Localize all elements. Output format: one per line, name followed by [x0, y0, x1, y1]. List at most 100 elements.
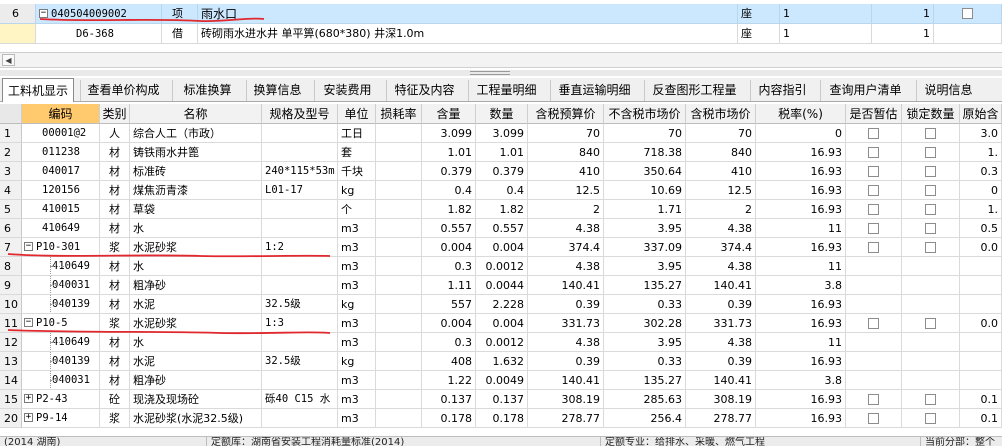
cell-quantity[interactable]: 1.632	[476, 352, 528, 371]
cell-original-content[interactable]: 0.1	[960, 409, 1002, 428]
cell-content[interactable]: 557	[422, 295, 476, 314]
header-unit[interactable]: 单位	[338, 104, 376, 124]
cell-content[interactable]: 408	[422, 352, 476, 371]
estimate-checkbox[interactable]	[868, 317, 879, 329]
cell-content[interactable]: 0.178	[422, 409, 476, 428]
resource-row[interactable]: 20 + P9-14 浆水泥砂浆(水泥32.5级) m3 0.178 0.178 278.77…	[0, 409, 1002, 428]
resource-row[interactable]: 5 410015 材草袋个 1.82 1.82 2 1.71 2 16.93 1.	[0, 200, 1002, 219]
cell-lock-quantity[interactable]	[902, 371, 960, 390]
child-resource-row[interactable]: 9 040031 材粗净砂 m3 1.11 0.0044 140.41 135.27 140.4…	[0, 276, 1002, 295]
cell-original-content[interactable]: 0.5	[960, 219, 1002, 238]
cell-tax-market-price[interactable]: 374.4	[686, 238, 756, 257]
cell-unit[interactable]: m3	[338, 219, 376, 238]
cell-code[interactable]: 011238	[22, 143, 100, 162]
cell-loss-rate[interactable]	[376, 371, 422, 390]
cell-notax-market-price[interactable]: 135.27	[604, 371, 686, 390]
cell-tax-market-price[interactable]: 278.77	[686, 409, 756, 428]
collapse-icon[interactable]: −	[24, 241, 33, 251]
cell-content[interactable]: 3.099	[422, 124, 476, 143]
child-resource-row[interactable]: 12 410649 材水 m3 0.3 0.0012 4.38 3.95 4.38 11	[0, 333, 1002, 352]
cell-original-content[interactable]: 0.1	[960, 390, 1002, 409]
cell-content[interactable]: 0.3	[422, 333, 476, 352]
cell-spec-model[interactable]	[262, 371, 338, 390]
cell-original-content[interactable]: 0.0	[960, 238, 1002, 257]
cell-original-content[interactable]	[960, 371, 1002, 390]
horizontal-scrollbar[interactable]: ◀	[0, 52, 1002, 68]
cell-name[interactable]: 煤焦沥青漆	[130, 181, 262, 200]
cell-loss-rate[interactable]	[376, 352, 422, 371]
lock-checkbox[interactable]	[925, 127, 936, 139]
cell-original-content[interactable]	[960, 276, 1002, 295]
cell-spec-model[interactable]: 240*115*53m	[262, 162, 338, 181]
estimate-checkbox[interactable]	[868, 127, 879, 139]
header-lock-quantity[interactable]: 锁定数量	[902, 104, 960, 124]
cell-content[interactable]: 0.004	[422, 238, 476, 257]
cell-original-content[interactable]: 1.	[960, 143, 1002, 162]
scroll-left-icon[interactable]: ◀	[2, 54, 15, 66]
cell-tax-budget-price[interactable]: 308.19	[528, 390, 604, 409]
cell-tax-market-price[interactable]: 331.73	[686, 314, 756, 333]
cell-is-estimate[interactable]	[846, 124, 902, 143]
cell-content[interactable]: 0.4	[422, 181, 476, 200]
cell-is-estimate[interactable]	[846, 409, 902, 428]
cell-tax-market-price[interactable]: 308.19	[686, 390, 756, 409]
cell-original-content[interactable]: 3.0	[960, 124, 1002, 143]
cell-is-estimate[interactable]	[846, 352, 902, 371]
quota-row[interactable]: D6-368 借 砖砌雨水进水井 单平箅(680*380) 井深1.0m 座 1…	[0, 24, 1002, 44]
cell-quantity[interactable]: 0.379	[476, 162, 528, 181]
cell-unit[interactable]: m3	[338, 314, 376, 333]
tab-vertical-transport[interactable]: 垂直运输明细	[550, 80, 638, 101]
cell-notax-market-price[interactable]: 0.33	[604, 295, 686, 314]
tab-resource-display[interactable]: 工料机显示	[2, 78, 74, 102]
cell-tax-budget-price[interactable]: 140.41	[528, 276, 604, 295]
cell-tax-budget-price[interactable]: 374.4	[528, 238, 604, 257]
cell-category[interactable]: 砼	[100, 390, 130, 409]
cell-loss-rate[interactable]	[376, 276, 422, 295]
item-checkbox-cell[interactable]	[934, 4, 1002, 24]
cell-tax-rate[interactable]: 3.8	[756, 276, 846, 295]
cell-code[interactable]: 410015	[22, 200, 100, 219]
cell-name[interactable]: 水	[130, 219, 262, 238]
cell-lock-quantity[interactable]	[902, 219, 960, 238]
cell-loss-rate[interactable]	[376, 162, 422, 181]
cell-content[interactable]: 0.137	[422, 390, 476, 409]
cell-code[interactable]: − P10-5	[22, 314, 100, 333]
cell-quantity[interactable]: 0.137	[476, 390, 528, 409]
cell-lock-quantity[interactable]	[902, 352, 960, 371]
cell-original-content[interactable]	[960, 333, 1002, 352]
cell-is-estimate[interactable]	[846, 219, 902, 238]
cell-is-estimate[interactable]	[846, 238, 902, 257]
cell-notax-market-price[interactable]: 135.27	[604, 276, 686, 295]
cell-quantity[interactable]: 0.0044	[476, 276, 528, 295]
panel-splitter[interactable]	[0, 70, 1002, 76]
tab-conversion-info[interactable]: 换算信息	[246, 80, 308, 101]
cell-loss-rate[interactable]	[376, 181, 422, 200]
header-content[interactable]: 含量	[422, 104, 476, 124]
cell-original-content[interactable]	[960, 257, 1002, 276]
cell-name[interactable]: 草袋	[130, 200, 262, 219]
cell-content[interactable]: 1.01	[422, 143, 476, 162]
cell-quantity[interactable]: 0.0012	[476, 333, 528, 352]
cell-is-estimate[interactable]	[846, 371, 902, 390]
cell-tax-market-price[interactable]: 4.38	[686, 219, 756, 238]
item-code-cell[interactable]: −040504009002	[36, 4, 162, 24]
cell-unit[interactable]: kg	[338, 295, 376, 314]
cell-is-estimate[interactable]	[846, 276, 902, 295]
cell-code[interactable]: 00001@2	[22, 124, 100, 143]
cell-quantity[interactable]: 0.004	[476, 314, 528, 333]
cell-notax-market-price[interactable]: 302.28	[604, 314, 686, 333]
tab-installation-fee[interactable]: 安装费用	[314, 80, 380, 101]
header-spec-model[interactable]: 规格及型号	[262, 104, 338, 124]
cell-unit[interactable]: 工日	[338, 124, 376, 143]
estimate-checkbox[interactable]	[868, 184, 879, 196]
item-checkbox[interactable]	[962, 7, 973, 19]
cell-category[interactable]: 材	[100, 181, 130, 200]
cell-tax-budget-price[interactable]: 278.77	[528, 409, 604, 428]
header-tax-rate[interactable]: 税率(%)	[756, 104, 846, 124]
lock-checkbox[interactable]	[925, 412, 936, 424]
cell-is-estimate[interactable]	[846, 143, 902, 162]
cell-tax-market-price[interactable]: 410	[686, 162, 756, 181]
cell-lock-quantity[interactable]	[902, 124, 960, 143]
cell-tax-budget-price[interactable]: 840	[528, 143, 604, 162]
collapse-icon[interactable]: −	[24, 317, 33, 327]
